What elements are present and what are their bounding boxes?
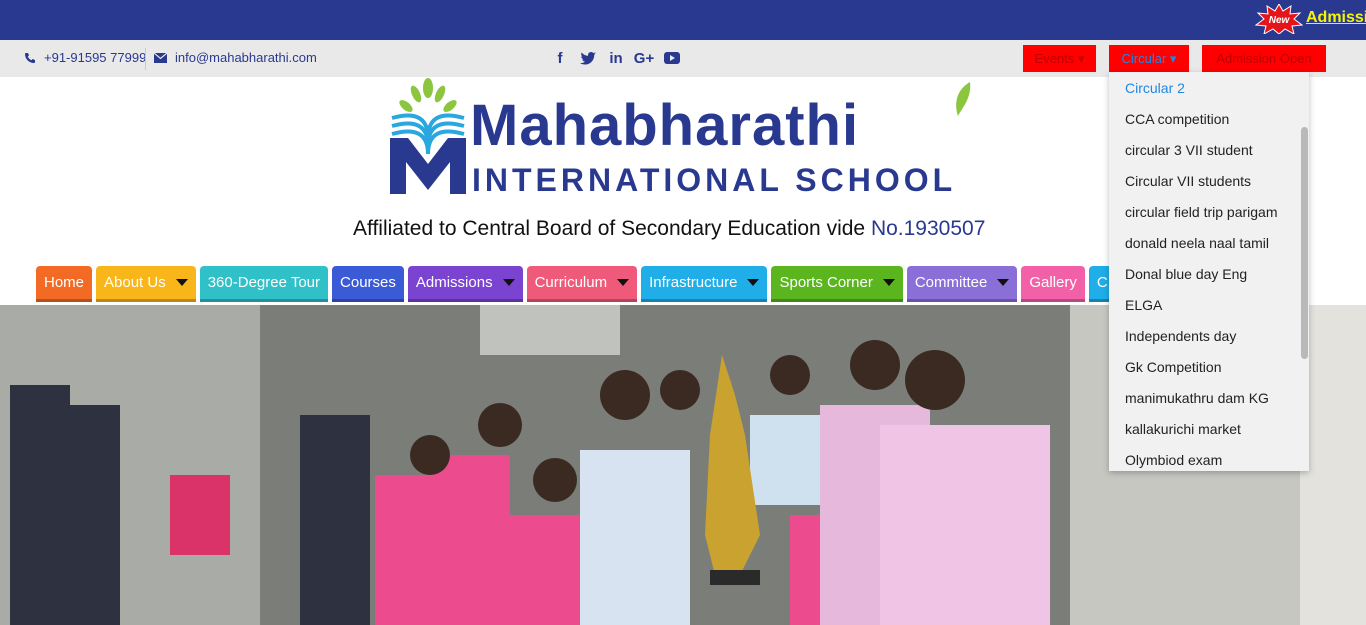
circular-item[interactable]: circular field trip parigam [1109, 196, 1309, 227]
linkedin-icon[interactable]: in [608, 49, 624, 67]
main-navigation: Home About Us 360-Degree Tour Courses Ad… [36, 266, 1253, 304]
envelope-icon [154, 52, 167, 63]
news-ticker-bar: New Admissi [0, 0, 1366, 40]
youtube-icon[interactable] [664, 49, 680, 67]
caret-down-icon [997, 279, 1010, 286]
email-address: info@mahabharathi.com [175, 50, 317, 65]
twitter-icon[interactable] [580, 49, 596, 67]
nav-admissions[interactable]: Admissions [407, 266, 523, 302]
logo-title: Mahabharathi [470, 93, 860, 158]
contact-email[interactable]: info@mahabharathi.com [154, 50, 317, 65]
nav-courses[interactable]: Courses [332, 266, 404, 302]
logo-emblem-icon [390, 78, 466, 194]
circular-item[interactable]: ELGA [1109, 289, 1309, 320]
circular-item[interactable]: manimukathru dam KG [1109, 382, 1309, 413]
circular-dropdown-menu: Circular 2 CCA competition circular 3 VI… [1109, 72, 1309, 471]
nav-about-us[interactable]: About Us [96, 266, 196, 302]
circular-item[interactable]: Independents day [1109, 320, 1309, 351]
nav-infrastructure[interactable]: Infrastructure [641, 266, 768, 302]
social-links: f in G+ [552, 49, 680, 67]
ticker-link[interactable]: Admissi [1306, 9, 1366, 27]
nav-curriculum[interactable]: Curriculum [526, 266, 638, 302]
circular-item[interactable]: kallakurichi market [1109, 413, 1309, 444]
circular-menu-button[interactable]: Circular ▾ [1109, 45, 1189, 72]
new-badge-icon: New [1254, 4, 1304, 34]
facebook-icon[interactable]: f [552, 49, 568, 67]
caret-down-icon [617, 279, 630, 286]
contact-phone[interactable]: +91-91595 77999 [24, 50, 146, 65]
caret-down-icon [175, 279, 188, 286]
circular-item[interactable]: Donal blue day Eng [1109, 258, 1309, 289]
logo-subtitle: INTERNATIONAL SCHOOL [472, 162, 957, 198]
nav-sports-corner[interactable]: Sports Corner [771, 266, 903, 302]
circular-item[interactable]: Circular 2 [1109, 72, 1309, 103]
caret-down-icon [502, 279, 515, 286]
google-plus-icon[interactable]: G+ [634, 49, 654, 67]
nav-gallery[interactable]: Gallery [1021, 266, 1085, 302]
caret-down-icon [882, 279, 895, 286]
circular-item[interactable]: Olymbiod exam [1109, 444, 1309, 471]
admission-open-button[interactable]: Admission Open [1202, 45, 1326, 72]
circular-item[interactable]: Circular VII students [1109, 165, 1309, 196]
caret-down-icon [747, 279, 760, 286]
affiliation-text: Affiliated to Central Board of Secondary… [353, 217, 986, 240]
nav-360-degree-tour[interactable]: 360-Degree Tour [199, 266, 329, 302]
phone-icon [25, 52, 35, 63]
dropdown-scrollbar[interactable] [1301, 127, 1308, 359]
school-logo[interactable]: Mahabharathi INTERNATIONAL SCHOOL [386, 78, 986, 198]
leaf-icon [956, 82, 971, 116]
events-menu-button[interactable]: Events ▾ [1023, 45, 1096, 72]
circular-item[interactable]: Gk Competition [1109, 351, 1309, 382]
nav-committee[interactable]: Committee [906, 266, 1018, 302]
contact-divider [145, 48, 146, 70]
phone-number: +91-91595 77999 [44, 50, 147, 65]
circular-item[interactable]: CCA competition [1109, 103, 1309, 134]
svg-text:New: New [1269, 15, 1291, 26]
circular-item[interactable]: donald neela naal tamil [1109, 227, 1309, 258]
affiliation-number: No.1930507 [870, 217, 986, 240]
circular-item[interactable]: circular 3 VII student [1109, 134, 1309, 165]
nav-home[interactable]: Home [36, 266, 93, 302]
